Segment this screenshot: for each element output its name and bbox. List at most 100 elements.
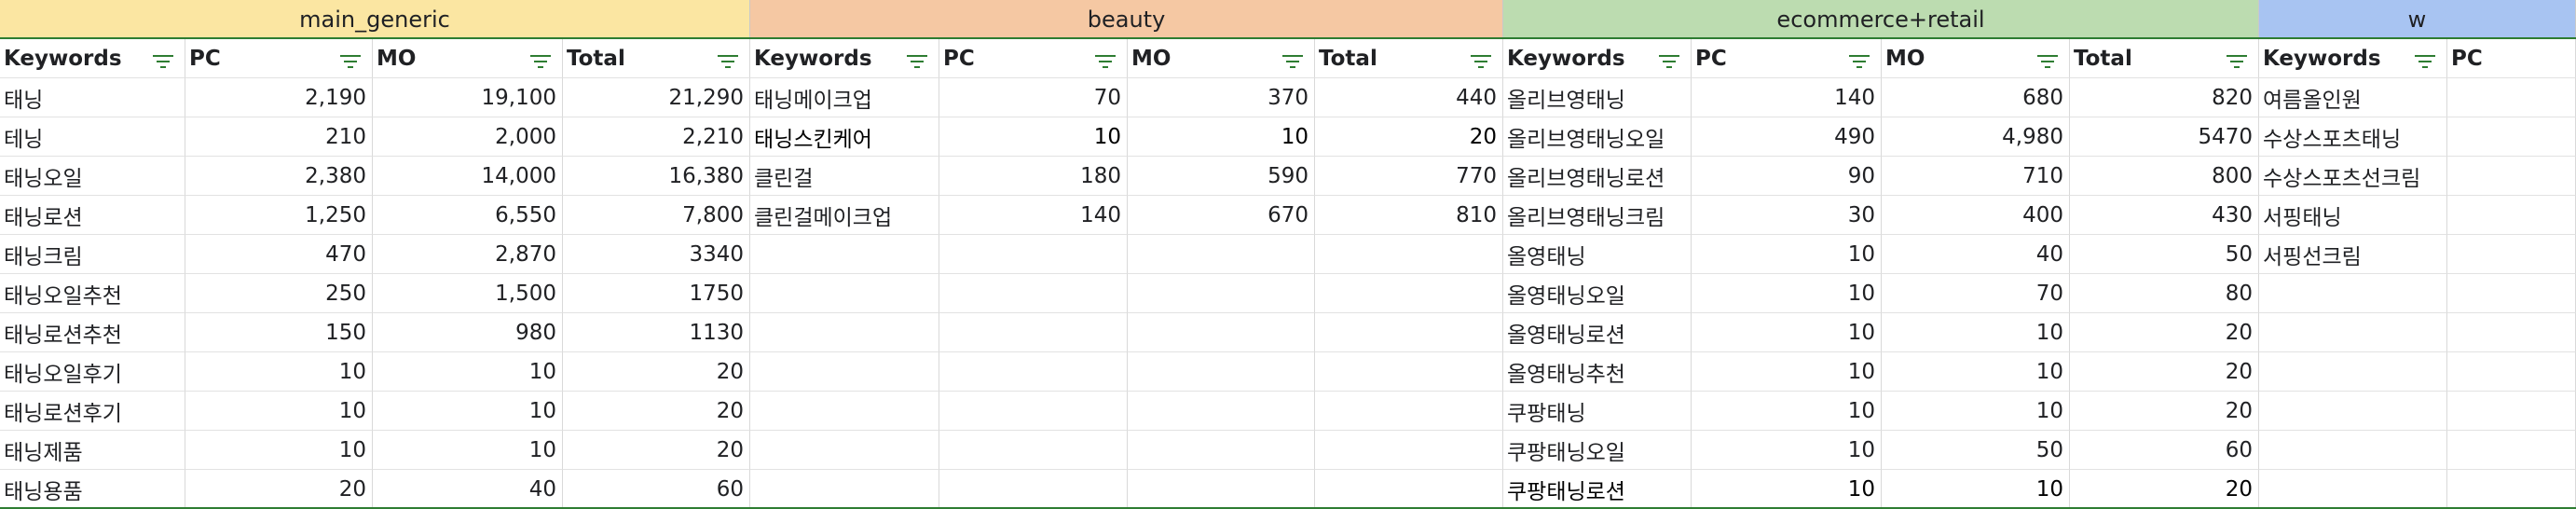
filter-icon[interactable] — [1847, 50, 1871, 68]
value-cell[interactable] — [1128, 235, 1315, 274]
value-cell[interactable] — [2447, 78, 2576, 117]
value-cell[interactable]: 10 — [939, 117, 1128, 157]
value-cell[interactable] — [2447, 235, 2576, 274]
value-cell[interactable]: 6,550 — [373, 196, 563, 235]
keyword-cell[interactable]: 태닝로션추천 — [0, 313, 185, 352]
value-cell[interactable]: 20 — [2070, 470, 2259, 509]
value-cell[interactable]: 90 — [1692, 157, 1882, 196]
value-cell[interactable]: 140 — [939, 196, 1128, 235]
keyword-cell[interactable] — [750, 235, 939, 274]
value-cell[interactable]: 10 — [373, 352, 563, 392]
value-cell[interactable]: 10 — [1128, 117, 1315, 157]
value-cell[interactable] — [1315, 274, 1503, 313]
keyword-cell[interactable]: 올리브영태닝크림 — [1503, 196, 1692, 235]
value-cell[interactable] — [1128, 431, 1315, 470]
keyword-cell[interactable]: 클린걸메이크업 — [750, 196, 939, 235]
value-cell[interactable]: 20 — [563, 392, 750, 431]
value-cell[interactable]: 60 — [563, 470, 750, 509]
filter-icon[interactable] — [2225, 50, 2249, 68]
value-cell[interactable] — [2447, 157, 2576, 196]
value-cell[interactable] — [2447, 196, 2576, 235]
value-cell[interactable]: 2,380 — [185, 157, 373, 196]
keyword-cell[interactable]: 서핑태닝 — [2259, 196, 2447, 235]
keyword-cell[interactable]: 태닝로션후기 — [0, 392, 185, 431]
value-cell[interactable]: 2,190 — [185, 78, 373, 117]
keyword-cell[interactable]: 태닝메이크업 — [750, 78, 939, 117]
value-cell[interactable] — [1315, 313, 1503, 352]
value-cell[interactable]: 820 — [2070, 78, 2259, 117]
value-cell[interactable]: 40 — [1882, 235, 2070, 274]
filter-icon[interactable] — [1657, 50, 1681, 68]
keyword-cell[interactable] — [750, 274, 939, 313]
keyword-cell[interactable]: 올영태닝로션 — [1503, 313, 1692, 352]
value-cell[interactable]: 810 — [1315, 196, 1503, 235]
value-cell[interactable]: 10 — [185, 392, 373, 431]
value-cell[interactable] — [939, 431, 1128, 470]
filter-icon[interactable] — [1281, 50, 1305, 68]
value-cell[interactable]: 20 — [2070, 392, 2259, 431]
keyword-cell[interactable]: 테닝 — [0, 117, 185, 157]
value-cell[interactable]: 1130 — [563, 313, 750, 352]
keyword-cell[interactable]: 쿠팡태닝오일 — [1503, 431, 1692, 470]
value-cell[interactable] — [2447, 274, 2576, 313]
keyword-cell[interactable]: 태닝용품 — [0, 470, 185, 509]
value-cell[interactable]: 14,000 — [373, 157, 563, 196]
value-cell[interactable]: 16,380 — [563, 157, 750, 196]
value-cell[interactable]: 180 — [939, 157, 1128, 196]
keyword-cell[interactable]: 태닝로션 — [0, 196, 185, 235]
value-cell[interactable] — [2447, 431, 2576, 470]
filter-icon[interactable] — [1093, 50, 1117, 68]
filter-icon[interactable] — [2413, 50, 2437, 68]
column-header-1[interactable]: PC — [185, 39, 373, 78]
filter-icon[interactable] — [716, 50, 740, 68]
keyword-cell[interactable] — [2259, 392, 2447, 431]
value-cell[interactable]: 1750 — [563, 274, 750, 313]
value-cell[interactable] — [939, 274, 1128, 313]
value-cell[interactable]: 1,500 — [373, 274, 563, 313]
value-cell[interactable]: 10 — [1882, 313, 2070, 352]
value-cell[interactable]: 140 — [1692, 78, 1882, 117]
value-cell[interactable] — [2447, 313, 2576, 352]
keyword-cell[interactable]: 올영태닝추천 — [1503, 352, 1692, 392]
value-cell[interactable]: 60 — [2070, 431, 2259, 470]
keyword-cell[interactable]: 태닝오일 — [0, 157, 185, 196]
keyword-cell[interactable] — [750, 352, 939, 392]
value-cell[interactable] — [1315, 235, 1503, 274]
value-cell[interactable] — [1315, 352, 1503, 392]
value-cell[interactable] — [1128, 313, 1315, 352]
keyword-cell[interactable]: 여름올인원 — [2259, 78, 2447, 117]
value-cell[interactable]: 20 — [563, 352, 750, 392]
keyword-cell[interactable] — [2259, 470, 2447, 509]
column-header-10[interactable]: MO — [1882, 39, 2070, 78]
value-cell[interactable]: 1,250 — [185, 196, 373, 235]
value-cell[interactable]: 2,210 — [563, 117, 750, 157]
value-cell[interactable]: 490 — [1692, 117, 1882, 157]
value-cell[interactable]: 2,000 — [373, 117, 563, 157]
value-cell[interactable]: 2,870 — [373, 235, 563, 274]
keyword-cell[interactable]: 클린걸 — [750, 157, 939, 196]
filter-icon[interactable] — [1469, 50, 1493, 68]
keyword-cell[interactable] — [2259, 313, 2447, 352]
keyword-cell[interactable]: 수상스포츠선크림 — [2259, 157, 2447, 196]
value-cell[interactable]: 10 — [373, 431, 563, 470]
value-cell[interactable] — [939, 235, 1128, 274]
column-header-8[interactable]: Keywords — [1503, 39, 1692, 78]
value-cell[interactable]: 70 — [939, 78, 1128, 117]
value-cell[interactable]: 800 — [2070, 157, 2259, 196]
value-cell[interactable]: 50 — [2070, 235, 2259, 274]
keyword-cell[interactable]: 태닝 — [0, 78, 185, 117]
keyword-cell[interactable] — [750, 431, 939, 470]
column-header-12[interactable]: Keywords — [2259, 39, 2447, 78]
value-cell[interactable]: 10 — [1882, 352, 2070, 392]
value-cell[interactable]: 590 — [1128, 157, 1315, 196]
keyword-cell[interactable]: 올영태닝 — [1503, 235, 1692, 274]
value-cell[interactable] — [1315, 431, 1503, 470]
group-header-3[interactable]: w — [2259, 0, 2576, 38]
value-cell[interactable] — [939, 470, 1128, 509]
value-cell[interactable]: 10 — [1692, 274, 1882, 313]
value-cell[interactable]: 10 — [1692, 431, 1882, 470]
value-cell[interactable]: 20 — [563, 431, 750, 470]
value-cell[interactable]: 70 — [1882, 274, 2070, 313]
value-cell[interactable]: 710 — [1882, 157, 2070, 196]
column-header-5[interactable]: PC — [939, 39, 1128, 78]
